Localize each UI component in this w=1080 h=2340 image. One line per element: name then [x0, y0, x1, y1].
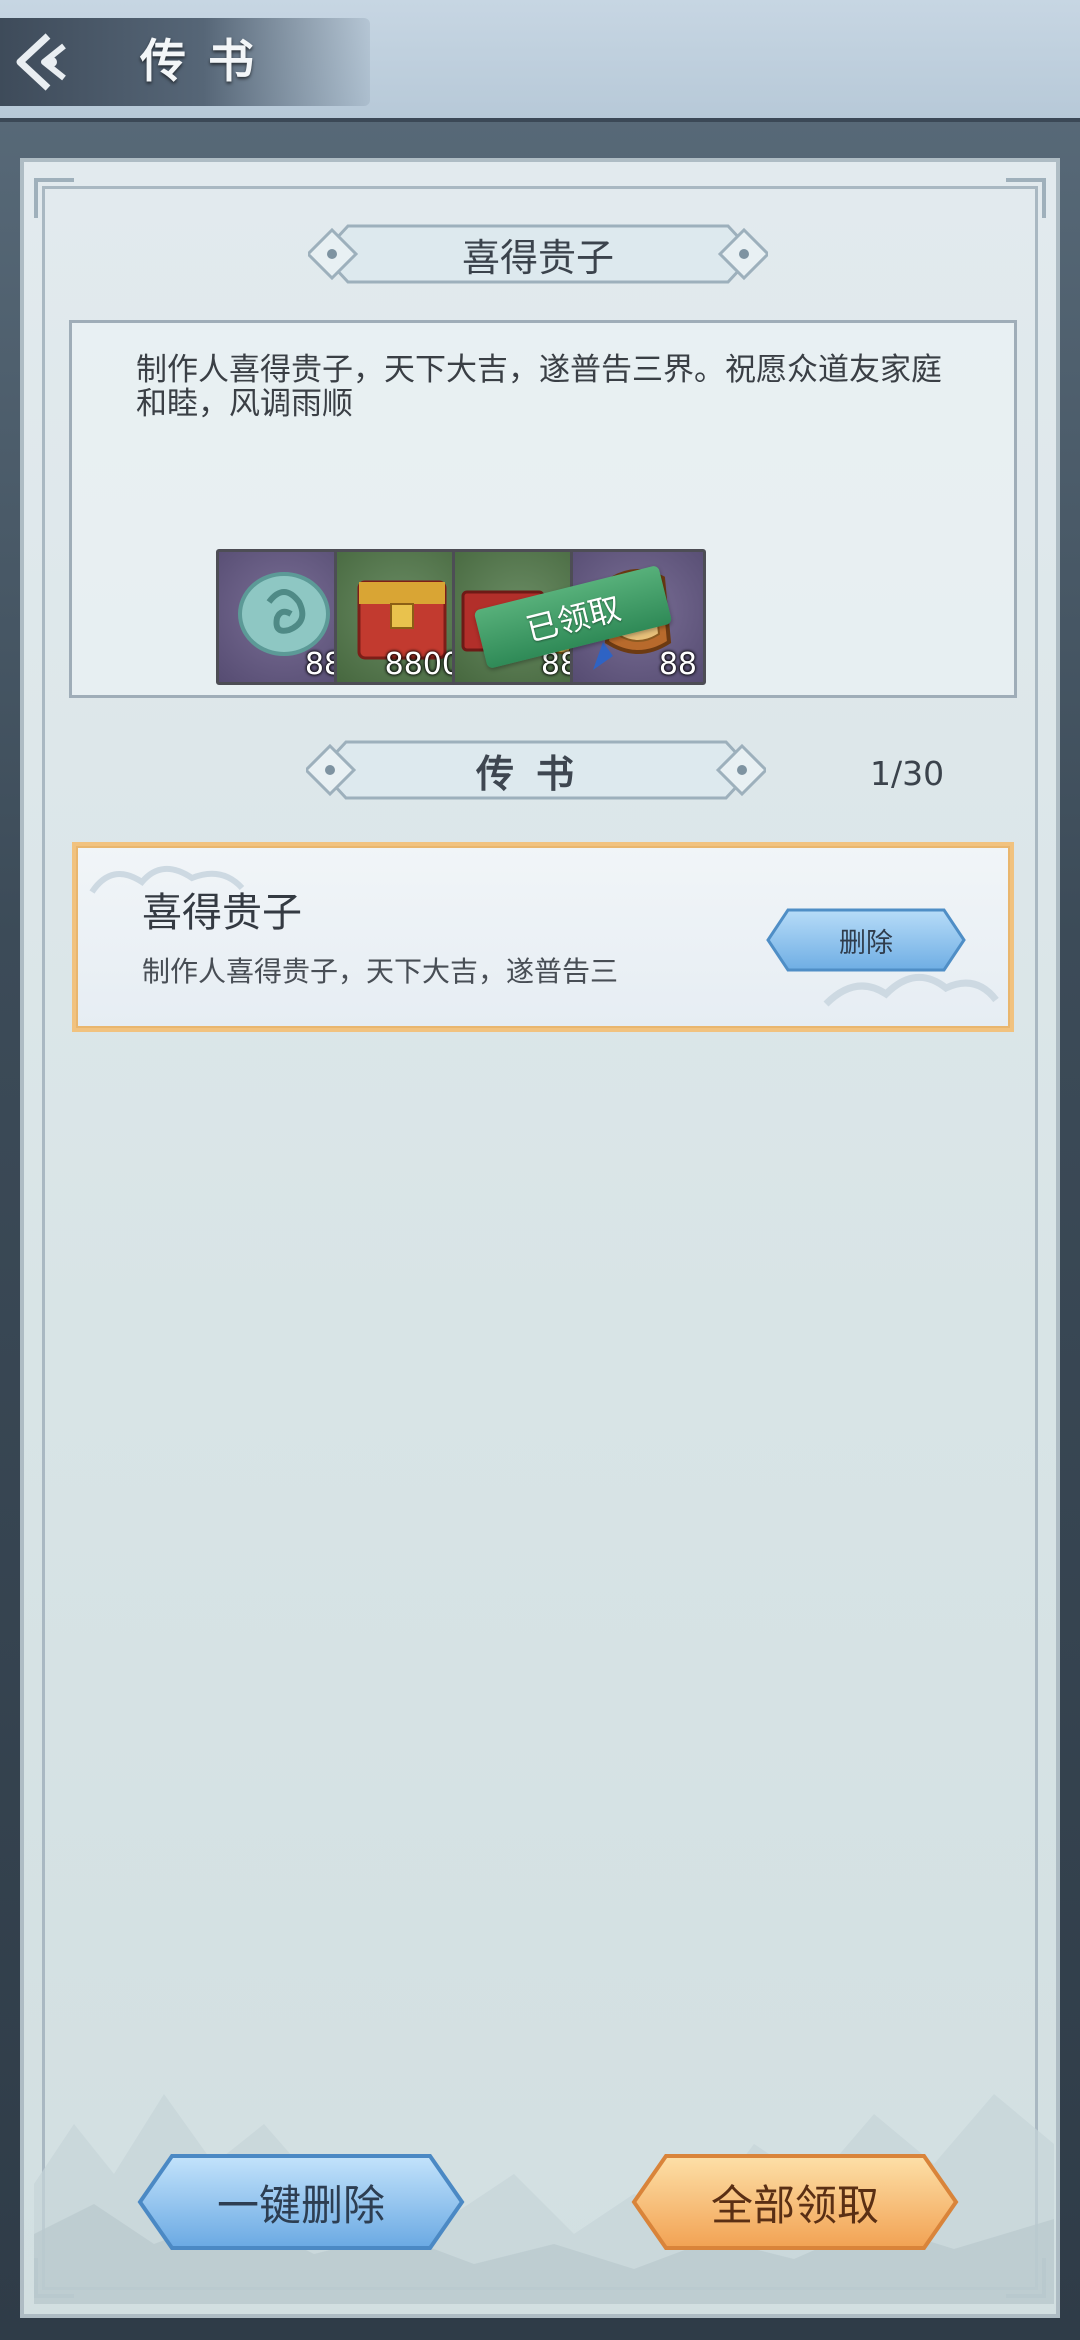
claim-all-label: 全部领取 [710, 2180, 879, 2230]
mail-title-banner: 喜得贵子 [308, 216, 768, 292]
page-title: 传书 [140, 34, 276, 88]
mail-item-preview: 制作人喜得贵子，天下大吉，遂普告三 [142, 955, 619, 988]
delete-all-label: 一键删除 [216, 2180, 385, 2230]
mail-list-title: 传书 [475, 750, 596, 796]
claim-all-button[interactable]: 全部领取 [630, 2152, 960, 2252]
reward-items: 88 8800 88 88 已领取 [216, 549, 896, 685]
delete-button[interactable]: 删除 [766, 908, 966, 972]
frame-corner [34, 178, 74, 218]
mail-panel: 喜得贵子 制作人喜得贵子，天下大吉，遂普告三界。祝愿众道友家庭和睦，风调雨顺 8… [20, 158, 1060, 2318]
back-button[interactable] [8, 26, 80, 98]
mail-counter: 1/30 [870, 754, 945, 793]
item-quantity: 88 [658, 647, 697, 682]
top-bar: 传书 [0, 0, 1080, 122]
item-quantity: 8800 [384, 647, 461, 682]
mail-detail-title: 喜得贵子 [461, 235, 614, 280]
mail-list-item[interactable]: 喜得贵子 制作人喜得贵子，天下大吉，遂普告三 删除 [72, 842, 1014, 1032]
frame-corner [1006, 178, 1046, 218]
back-arrow-icon [16, 33, 66, 91]
mail-body-text: 制作人喜得贵子，天下大吉，遂普告三界。祝愿众道友家庭和睦，风调雨顺 [136, 352, 942, 422]
reward-item[interactable]: 88 [216, 549, 352, 685]
mail-list-banner: 传书 [306, 732, 766, 808]
mail-content-box: 制作人喜得贵子，天下大吉，遂普告三界。祝愿众道友家庭和睦，风调雨顺 88 880… [69, 320, 1017, 698]
reward-item[interactable]: 8800 [334, 549, 470, 685]
delete-all-button[interactable]: 一键删除 [136, 2152, 466, 2252]
mail-item-title: 喜得贵子 [142, 890, 302, 936]
delete-button-label: 删除 [839, 927, 893, 959]
